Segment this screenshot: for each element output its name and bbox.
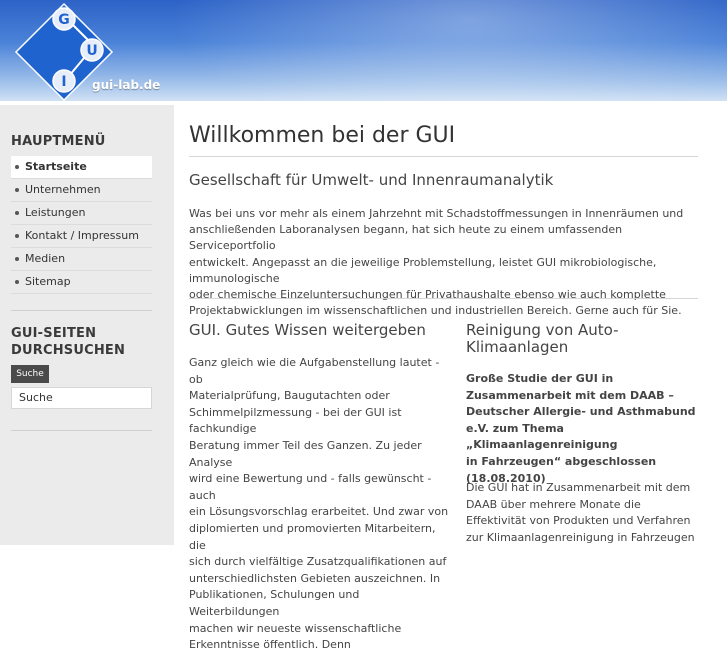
intro-line: Was bei uns vor mehr als einem Jahrzehnt… xyxy=(189,207,684,220)
menu-item-sitemap[interactable]: Sitemap xyxy=(11,271,152,294)
right-column-heading-line2: Klimaanlagen xyxy=(466,338,569,356)
search-input[interactable]: Suche xyxy=(11,387,152,409)
sidebar-divider xyxy=(11,310,152,311)
logo-text[interactable]: gui-lab.de xyxy=(92,78,160,92)
sidebar-divider-bottom xyxy=(11,430,152,431)
bullet-icon xyxy=(15,211,19,215)
intro-line: anschließenden Laboranalysen begann, hat… xyxy=(189,223,623,253)
site-header: G U I gui-lab.de xyxy=(0,0,727,105)
left-line: Erkenntnisse öffentlich. Denn xyxy=(189,638,351,652)
menu-item-label: Medien xyxy=(25,252,66,265)
search-button[interactable]: Suche xyxy=(11,365,49,383)
left-line: Materialprüfung, Baugutachten oder xyxy=(189,389,390,403)
header-glow xyxy=(120,0,727,105)
search-heading-line2: DURCHSUCHEN xyxy=(11,343,126,358)
left-column-heading: GUI. Gutes Wissen weitergeben xyxy=(189,321,426,339)
news-text-line: DAAB über mehrere Monate die xyxy=(466,497,641,511)
intro-line: Projektabwicklungen im wissenschaftliche… xyxy=(189,304,682,318)
news-text: Die GUI hat in Zusammenarbeit mit dem DA… xyxy=(466,480,716,546)
logo-letter-i: I xyxy=(61,74,66,90)
left-line: Schimmelpilzmessung - bei der GUI ist fa… xyxy=(189,405,402,436)
news-line: e.V. zum Thema „Klimaanlagenreinigung xyxy=(466,421,618,452)
intro-line: oder chemische Einzeluntersuchungen für … xyxy=(189,288,666,302)
logo-letter-u: U xyxy=(86,43,97,59)
bullet-icon xyxy=(15,234,19,238)
intro-line: entwickelt. Angepasst an die jeweilige P… xyxy=(189,255,657,285)
bullet-icon xyxy=(15,165,19,169)
left-line: ein Lösungsvorschlag erarbeitet. Und zwa… xyxy=(189,505,449,519)
left-line: machen wir neueste wissenschaftliche xyxy=(189,621,402,635)
news-line: Große Studie der GUI in xyxy=(466,372,614,385)
page-subtitle: Gesellschaft für Umwelt- und Innenrauman… xyxy=(189,171,554,189)
news-text-line: zur Klimaanlagenreinigung in Fahrzeugen xyxy=(466,530,695,544)
menu-item-medien[interactable]: Medien xyxy=(11,248,152,271)
menu-item-unternehmen[interactable]: Unternehmen xyxy=(11,179,152,202)
content-divider xyxy=(189,298,698,299)
menu-item-label: Startseite xyxy=(25,160,87,173)
left-line: Beratung immer Teil des Ganzen. Zu jeder… xyxy=(189,438,422,469)
logo-letter-g: G xyxy=(58,12,70,28)
news-headline[interactable]: Große Studie der GUI in Zusammenarbeit m… xyxy=(466,371,716,487)
left-line: Publikationen, Schulungen und Weiterbild… xyxy=(189,588,360,618)
menu-item-label: Kontakt / Impressum xyxy=(25,229,139,242)
bullet-icon xyxy=(15,280,19,284)
main-menu: Startseite Unternehmen Leistungen Kontak… xyxy=(11,156,152,294)
left-line: sich durch vielfältige Zusatzqualifikati… xyxy=(189,555,447,569)
left-line: Ganz gleich wie die Aufgabenstellung lau… xyxy=(189,356,440,386)
news-line: Deutscher Allergie- und Asthmabund xyxy=(466,405,696,419)
intro-paragraph: Was bei uns vor mehr als einem Jahrzehnt… xyxy=(189,206,704,319)
bullet-icon xyxy=(15,188,19,192)
menu-item-kontakt[interactable]: Kontakt / Impressum xyxy=(11,225,152,248)
news-line: Zusammenarbeit mit dem DAAB – xyxy=(466,388,674,402)
news-line: in Fahrzeugen“ abgeschlossen xyxy=(466,454,657,468)
left-line: unterschiedlichsten Gebieten auszeichnen… xyxy=(189,571,441,585)
left-line: wird eine Bewertung und - falls gewünsch… xyxy=(189,472,432,502)
menu-item-startseite[interactable]: Startseite xyxy=(11,156,152,179)
news-text-line: Effektivität von Produkten und Verfahren xyxy=(466,514,691,528)
menu-item-label: Unternehmen xyxy=(25,183,101,196)
search-heading-line1: GUI-SEITEN xyxy=(11,326,97,341)
main-menu-heading: HAUPTMENÜ xyxy=(11,134,106,149)
bullet-icon xyxy=(15,257,19,261)
news-text-line: Die GUI hat in Zusammenarbeit mit dem xyxy=(466,481,691,494)
right-column-heading-line1: Reinigung von Auto- xyxy=(466,321,619,339)
left-line: diplomierten und promovierten Mitarbeite… xyxy=(189,521,436,552)
menu-item-label: Sitemap xyxy=(25,275,71,288)
page-title: Willkommen bei der GUI xyxy=(189,123,456,148)
left-column-text: Ganz gleich wie die Aufgabenstellung lau… xyxy=(189,355,449,654)
title-divider xyxy=(189,156,698,157)
menu-item-leistungen[interactable]: Leistungen xyxy=(11,202,152,225)
menu-item-label: Leistungen xyxy=(25,206,86,219)
